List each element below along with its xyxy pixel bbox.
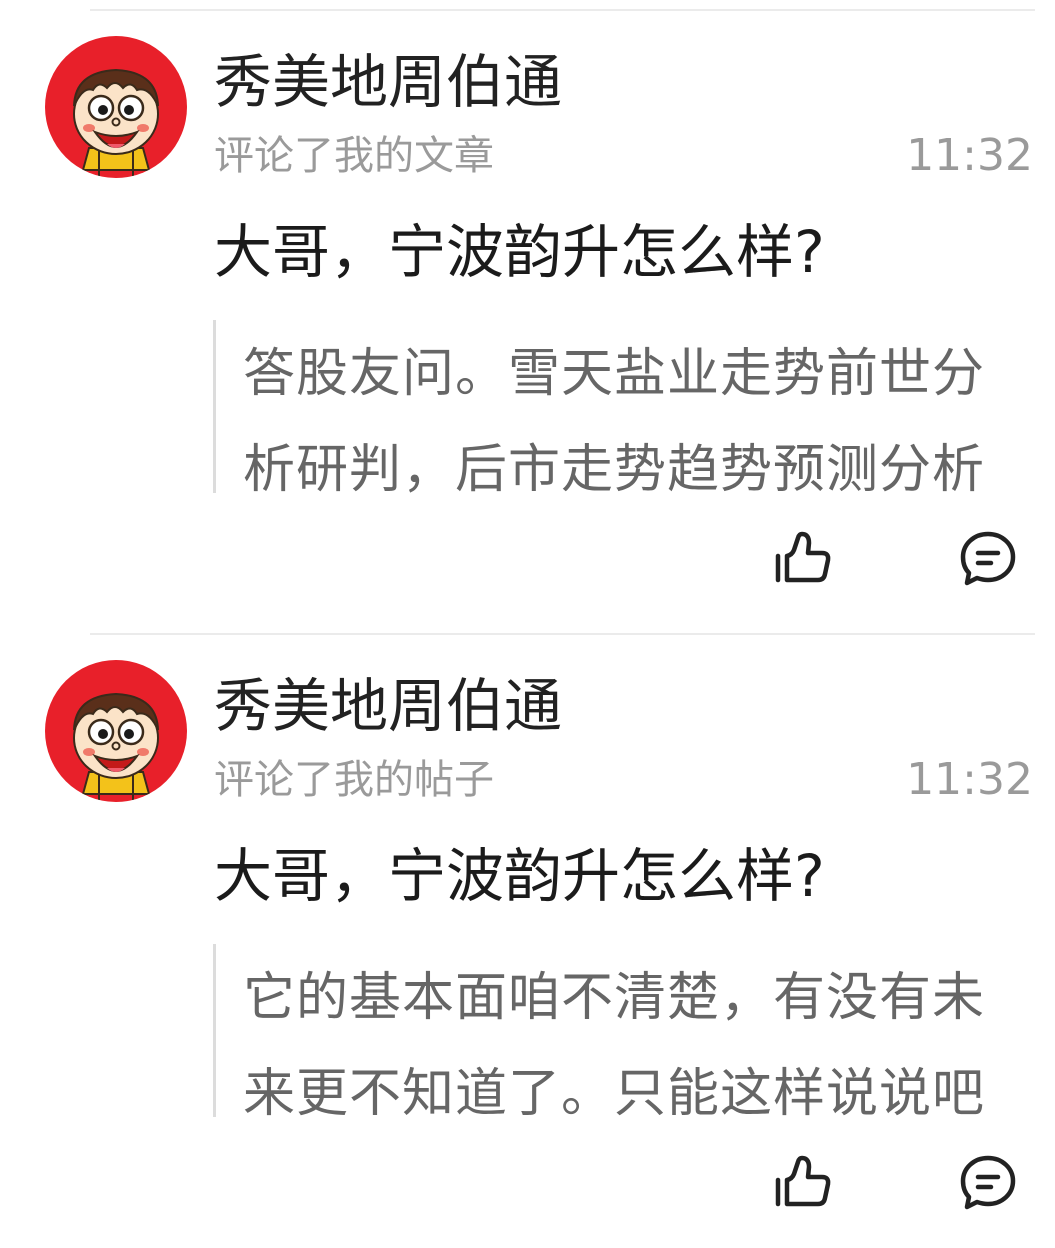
timestamp: 11:32 xyxy=(906,754,1033,805)
reply-button[interactable] xyxy=(958,1152,1018,1212)
user-name[interactable]: 秀美地周伯通 xyxy=(214,670,562,742)
reply-button[interactable] xyxy=(958,528,1018,588)
comment-bubble-icon xyxy=(960,531,1016,586)
comment-text[interactable]: 大哥，宁波韵升怎么样? xyxy=(214,838,825,914)
notification-item[interactable]: 秀美地周伯通 评论了我的帖子 11:32 大哥，宁波韵升怎么样? 它的基本面咱不… xyxy=(0,624,1055,1224)
user-avatar[interactable] xyxy=(45,36,187,178)
comment-bubble-icon xyxy=(960,1155,1016,1210)
cartoon-boy-avatar-icon xyxy=(45,660,187,802)
like-button[interactable] xyxy=(772,528,832,588)
thumbs-up-icon xyxy=(775,531,831,583)
cartoon-boy-avatar-icon xyxy=(45,36,187,178)
quoted-post-text: 它的基本面咱不清楚，有没有未来更不知道了。只能这样说说吧 xyxy=(243,968,986,1124)
quoted-post[interactable]: 它的基本面咱不清楚，有没有未来更不知道了。只能这样说说吧 xyxy=(213,944,1006,1124)
timestamp: 11:32 xyxy=(906,130,1033,181)
notification-action-text: 评论了我的文章 xyxy=(214,133,494,179)
user-name[interactable]: 秀美地周伯通 xyxy=(214,46,562,118)
like-button[interactable] xyxy=(772,1152,832,1212)
notification-item[interactable]: 秀美地周伯通 评论了我的文章 11:32 大哥，宁波韵升怎么样? 答股友问。雪天… xyxy=(0,0,1055,600)
quoted-post-text: 答股友问。雪天盐业走势前世分析研判，后市走势趋势预测分析 xyxy=(243,344,986,500)
notification-action-text: 评论了我的帖子 xyxy=(214,757,494,803)
quoted-post[interactable]: 答股友问。雪天盐业走势前世分析研判，后市走势趋势预测分析 xyxy=(213,320,1006,500)
user-avatar[interactable] xyxy=(45,660,187,802)
thumbs-up-icon xyxy=(775,1155,831,1207)
comment-text[interactable]: 大哥，宁波韵升怎么样? xyxy=(214,214,825,290)
